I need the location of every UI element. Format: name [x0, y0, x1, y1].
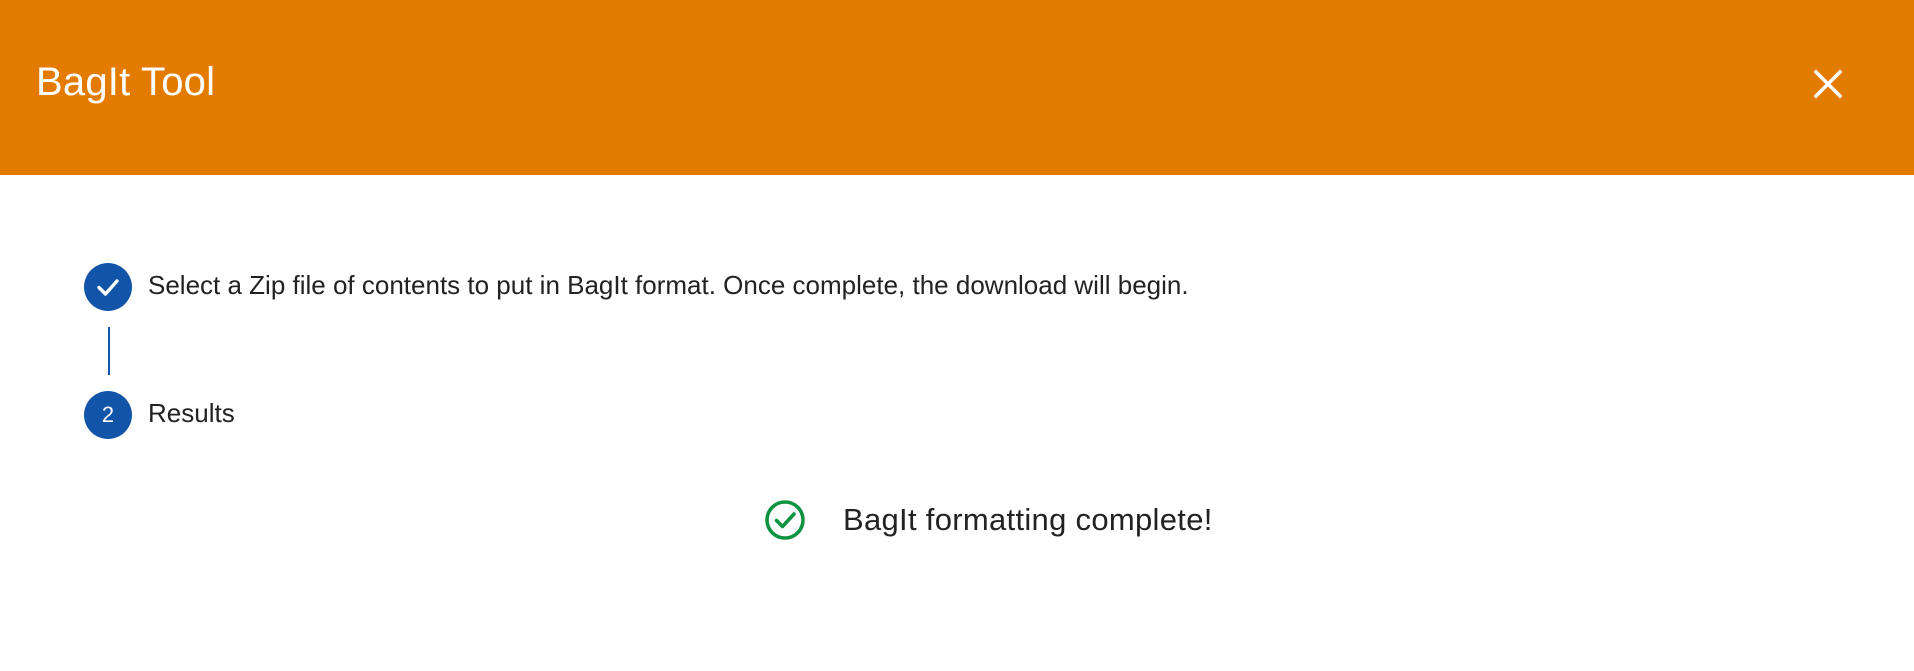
- result-message: BagIt formatting complete!: [764, 498, 1213, 542]
- dialog-header: BagIt Tool: [0, 0, 1914, 175]
- check-icon: [97, 279, 119, 296]
- dialog-title: BagIt Tool: [36, 60, 216, 104]
- step-2-label: Results: [148, 398, 235, 428]
- bagit-dialog: BagIt Tool Select a Zip file of contents…: [0, 0, 1914, 671]
- step-1-label: Select a Zip file of contents to put in …: [148, 270, 1189, 300]
- step-connector: [108, 327, 110, 375]
- result-text: BagIt formatting complete!: [843, 502, 1213, 537]
- step-1-completed-indicator: [84, 263, 132, 311]
- check-circle-icon: [765, 500, 805, 540]
- step-2-number: 2: [84, 391, 132, 439]
- close-button[interactable]: [1808, 64, 1848, 104]
- close-icon: [1813, 69, 1843, 99]
